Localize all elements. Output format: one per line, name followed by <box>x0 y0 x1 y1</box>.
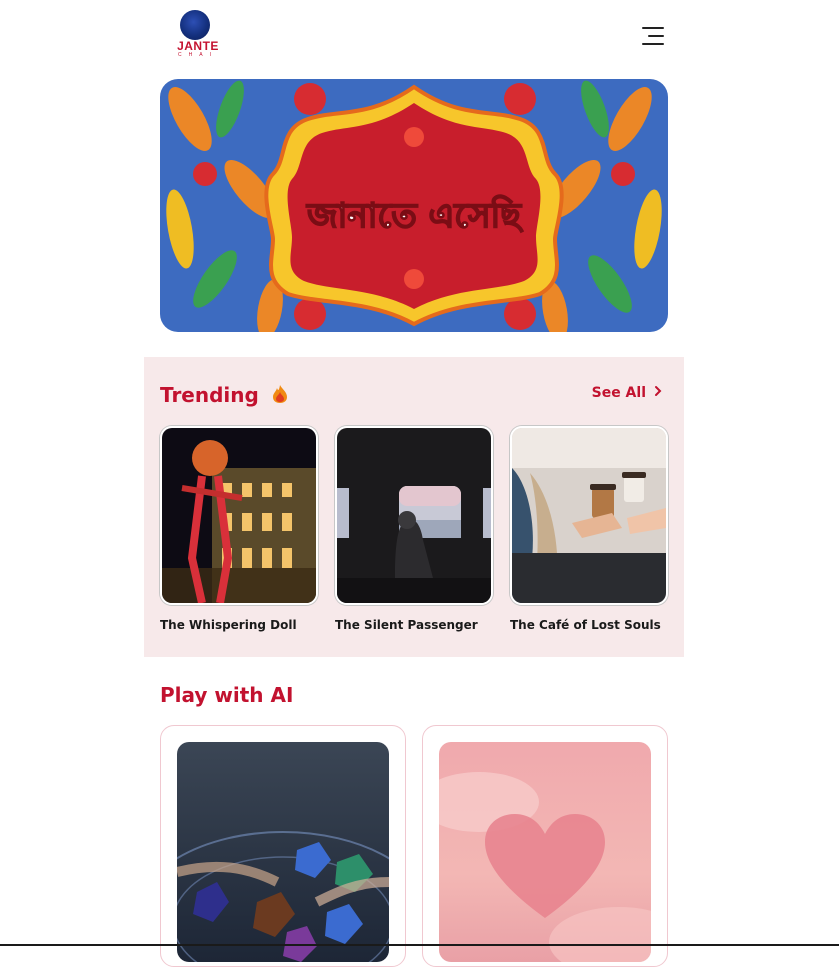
ai-game-image <box>177 742 389 962</box>
trending-title-text: Trending <box>160 383 259 407</box>
logo-text: JANTE <box>177 39 219 53</box>
see-all-link[interactable]: See All <box>592 385 662 401</box>
story-thumbnail[interactable] <box>335 426 493 605</box>
logo-subtext: CHAI <box>178 52 218 58</box>
story-thumbnail[interactable] <box>160 426 318 605</box>
trending-card[interactable]: The Whispering Doll <box>160 426 318 632</box>
trending-card[interactable]: The Café of Lost Souls <box>510 426 668 632</box>
hamburger-icon[interactable] <box>640 24 664 48</box>
ai-game-image <box>439 742 651 962</box>
story-title: The Silent Passenger <box>335 618 478 632</box>
banner-artwork: জানাতে এসেছি <box>160 79 668 332</box>
story-title: The Café of Lost Souls <box>510 618 661 632</box>
fire-icon <box>272 384 288 409</box>
logo-mark <box>180 10 210 40</box>
story-title: The Whispering Doll <box>160 618 297 632</box>
banner-text: জানাতে এসেছি <box>306 195 523 236</box>
trending-section: Trending See All The Whispering Doll The… <box>144 357 684 657</box>
see-all-label: See All <box>591 385 646 401</box>
play-with-ai-title: Play with AI <box>160 683 294 707</box>
trending-card[interactable]: The Silent Passenger <box>335 426 493 632</box>
ai-game-card[interactable] <box>160 725 406 967</box>
chevron-right-icon <box>654 385 662 401</box>
brand-logo[interactable]: JANTE CHAI <box>168 10 228 62</box>
ai-game-card[interactable] <box>422 725 668 967</box>
hero-banner[interactable]: জানাতে এসেছি <box>160 79 668 332</box>
story-thumbnail[interactable] <box>510 426 668 605</box>
page: JANTE CHAI জানাতে এসেছি Trending See All… <box>144 0 684 967</box>
trending-title: Trending <box>160 383 288 409</box>
